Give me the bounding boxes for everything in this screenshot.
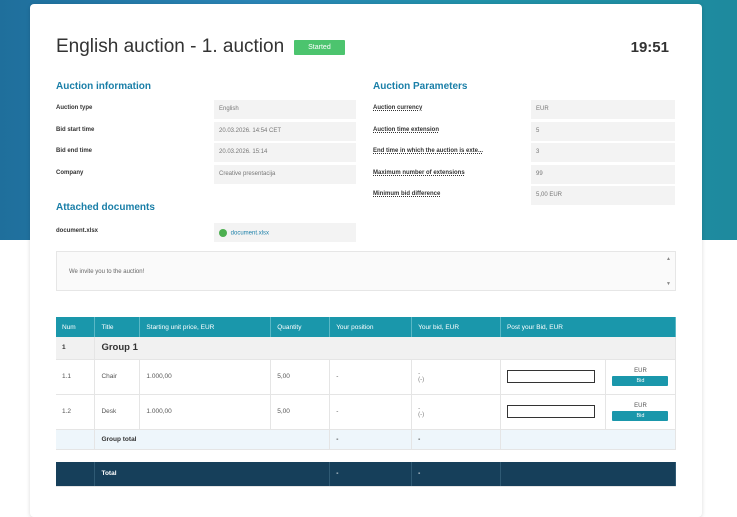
bid-input[interactable] [506, 405, 595, 418]
param-value-end-time-extension: 3 [531, 143, 675, 162]
message-text: We invite you to the auction! [69, 269, 145, 275]
param-value-auction-currency: EUR [531, 100, 675, 119]
bids-table: Num Title Starting unit price, EUR Quant… [56, 317, 677, 487]
param-label-auction-currency[interactable]: Auction currency [373, 105, 422, 111]
item-position: - [329, 359, 413, 395]
info-label-company: Company [56, 170, 84, 176]
item-price: 1.000,00 [139, 394, 272, 430]
info-label-auction-type: Auction type [56, 105, 93, 111]
document-label: document.xlsx [56, 228, 99, 234]
bid-input-cell [500, 394, 606, 430]
bid-action-cell: EUR Bid [605, 394, 677, 430]
info-label-bid-end-time: Bid end time [56, 148, 93, 154]
group-total-position: - [329, 429, 413, 450]
scroll-up-arrow-icon[interactable]: ▲ [666, 256, 671, 262]
item-quantity: 5,00 [270, 359, 331, 395]
item-quantity: 5,00 [270, 394, 331, 430]
auction-card: English auction - 1. auction Started 19:… [30, 4, 702, 517]
attached-documents-title: Attached documents [56, 202, 155, 213]
currency-label: EUR [634, 402, 647, 409]
total-position: - [329, 462, 413, 487]
scroll-down-arrow-icon[interactable]: ▼ [666, 281, 671, 287]
document-download-link[interactable]: document.xlsx [231, 231, 269, 237]
param-value-max-extensions: 99 [531, 165, 675, 184]
item-bid-cell: - (-) [411, 359, 501, 395]
item-title: Chair [94, 359, 141, 395]
item-bid-sub: (-) [418, 376, 425, 383]
table-row: 1.2 Desk 1.000,00 5,00 - - (-) EUR Bid [56, 394, 677, 430]
status-badge: Started [294, 39, 345, 55]
item-position: - [329, 394, 413, 430]
info-label-bid-start-time: Bid start time [56, 127, 95, 133]
bid-action-cell: EUR Bid [605, 359, 677, 395]
countdown-clock: 19:51 [630, 39, 669, 56]
header-num: Num [56, 317, 96, 337]
param-label-end-time-extension[interactable]: End time in which the auction is exte... [373, 148, 483, 154]
table-row: 1.1 Chair 1.000,00 5,00 - - (-) EUR Bid [56, 359, 677, 395]
param-value-time-extension: 5 [531, 122, 675, 141]
header-title: Title [94, 317, 141, 337]
page-title: English auction - 1. auction [56, 36, 285, 57]
item-price: 1.000,00 [139, 359, 272, 395]
bid-button[interactable]: Bid [612, 375, 669, 386]
header-post-bid: Post your Bid, EUR [500, 317, 677, 337]
bid-input-cell [500, 359, 606, 395]
total-row: Total - - [56, 462, 677, 487]
group-row: 1 Group 1 [56, 337, 676, 360]
group-total-bid: - [411, 429, 501, 450]
param-value-min-bid-difference: 5,00 EUR [531, 186, 675, 205]
message-box[interactable]: We invite you to the auction! ▲ ▼ [56, 251, 676, 291]
currency-label: EUR [634, 367, 647, 374]
excel-file-icon [219, 229, 227, 237]
total-bid: - [411, 462, 501, 487]
group-total-label: Group total [94, 429, 331, 450]
item-num: 1.1 [56, 359, 96, 395]
auction-parameters-title: Auction Parameters [373, 81, 468, 92]
info-value-bid-end-time: 20.03.2026. 15:14 [214, 143, 356, 162]
auction-information-title: Auction information [56, 81, 151, 92]
title-row: English auction - 1. auction Started [56, 36, 345, 58]
header-starting-price: Starting unit price, EUR [139, 317, 272, 337]
info-value-bid-start-time: 20.03.2026. 14:54 CET [214, 122, 356, 141]
header-your-position: Your position [329, 317, 413, 337]
param-label-max-extensions[interactable]: Maximum number of extensions [373, 170, 465, 176]
item-title: Desk [94, 394, 141, 430]
item-bid-sub: (-) [418, 411, 425, 418]
bid-button[interactable]: Bid [612, 410, 669, 421]
header-quantity: Quantity [270, 317, 331, 337]
total-label: Total [94, 462, 331, 487]
param-label-min-bid-difference[interactable]: Minimum bid difference [373, 191, 440, 197]
group-num: 1 [56, 337, 96, 360]
bid-input[interactable] [506, 370, 595, 383]
table-header-row: Num Title Starting unit price, EUR Quant… [56, 317, 677, 337]
item-bid-cell: - (-) [411, 394, 501, 430]
info-value-auction-type: English [214, 100, 356, 119]
header-your-bid: Your bid, EUR [411, 317, 501, 337]
item-num: 1.2 [56, 394, 96, 430]
info-value-company: Creative presentacija [214, 165, 356, 184]
group-name: Group 1 [94, 337, 676, 360]
document-link-box: document.xlsx [214, 223, 356, 242]
param-label-time-extension[interactable]: Auction time extension [373, 127, 439, 133]
group-total-row: Group total - - [56, 429, 677, 450]
